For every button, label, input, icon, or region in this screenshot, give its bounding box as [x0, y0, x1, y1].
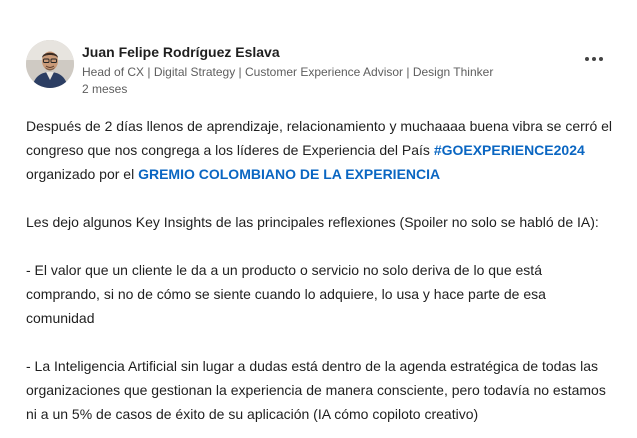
author-headline: Head of CX | Digital Strategy | Customer… — [82, 65, 494, 79]
more-horizontal-icon — [585, 57, 589, 61]
author-name[interactable]: Juan Felipe Rodríguez Eslava — [82, 43, 542, 61]
post-paragraph-1: Después de 2 días llenos de aprendizaje,… — [26, 114, 616, 186]
more-options-button[interactable] — [581, 52, 607, 66]
post-header: Juan Felipe Rodríguez Eslava Head of CX … — [26, 40, 616, 100]
post-paragraph-2: Les dejo algunos Key Insights de las pri… — [26, 214, 599, 230]
feed-post: Juan Felipe Rodríguez Eslava Head of CX … — [0, 0, 637, 438]
mention-link[interactable]: GREMIO COLOMBIANO DE LA EXPERIENCIA — [138, 166, 440, 182]
post-content: Después de 2 días llenos de aprendizaje,… — [26, 114, 616, 426]
post-timestamp: 2 meses — [82, 82, 128, 96]
post-text: organizado por el — [26, 166, 139, 182]
avatar-photo — [26, 40, 74, 88]
author-avatar[interactable] — [26, 40, 74, 88]
more-horizontal-icon-dot — [599, 57, 603, 61]
post-paragraph-4: - La Inteligencia Artificial sin lugar a… — [26, 358, 606, 422]
more-horizontal-icon-dot — [592, 57, 596, 61]
author-info: Juan Felipe Rodríguez Eslava Head of CX … — [82, 43, 542, 97]
hashtag-link[interactable]: #GOEXPERIENCE2024 — [434, 142, 585, 158]
post-paragraph-3: - El valor que un cliente le da a un pro… — [26, 262, 546, 326]
